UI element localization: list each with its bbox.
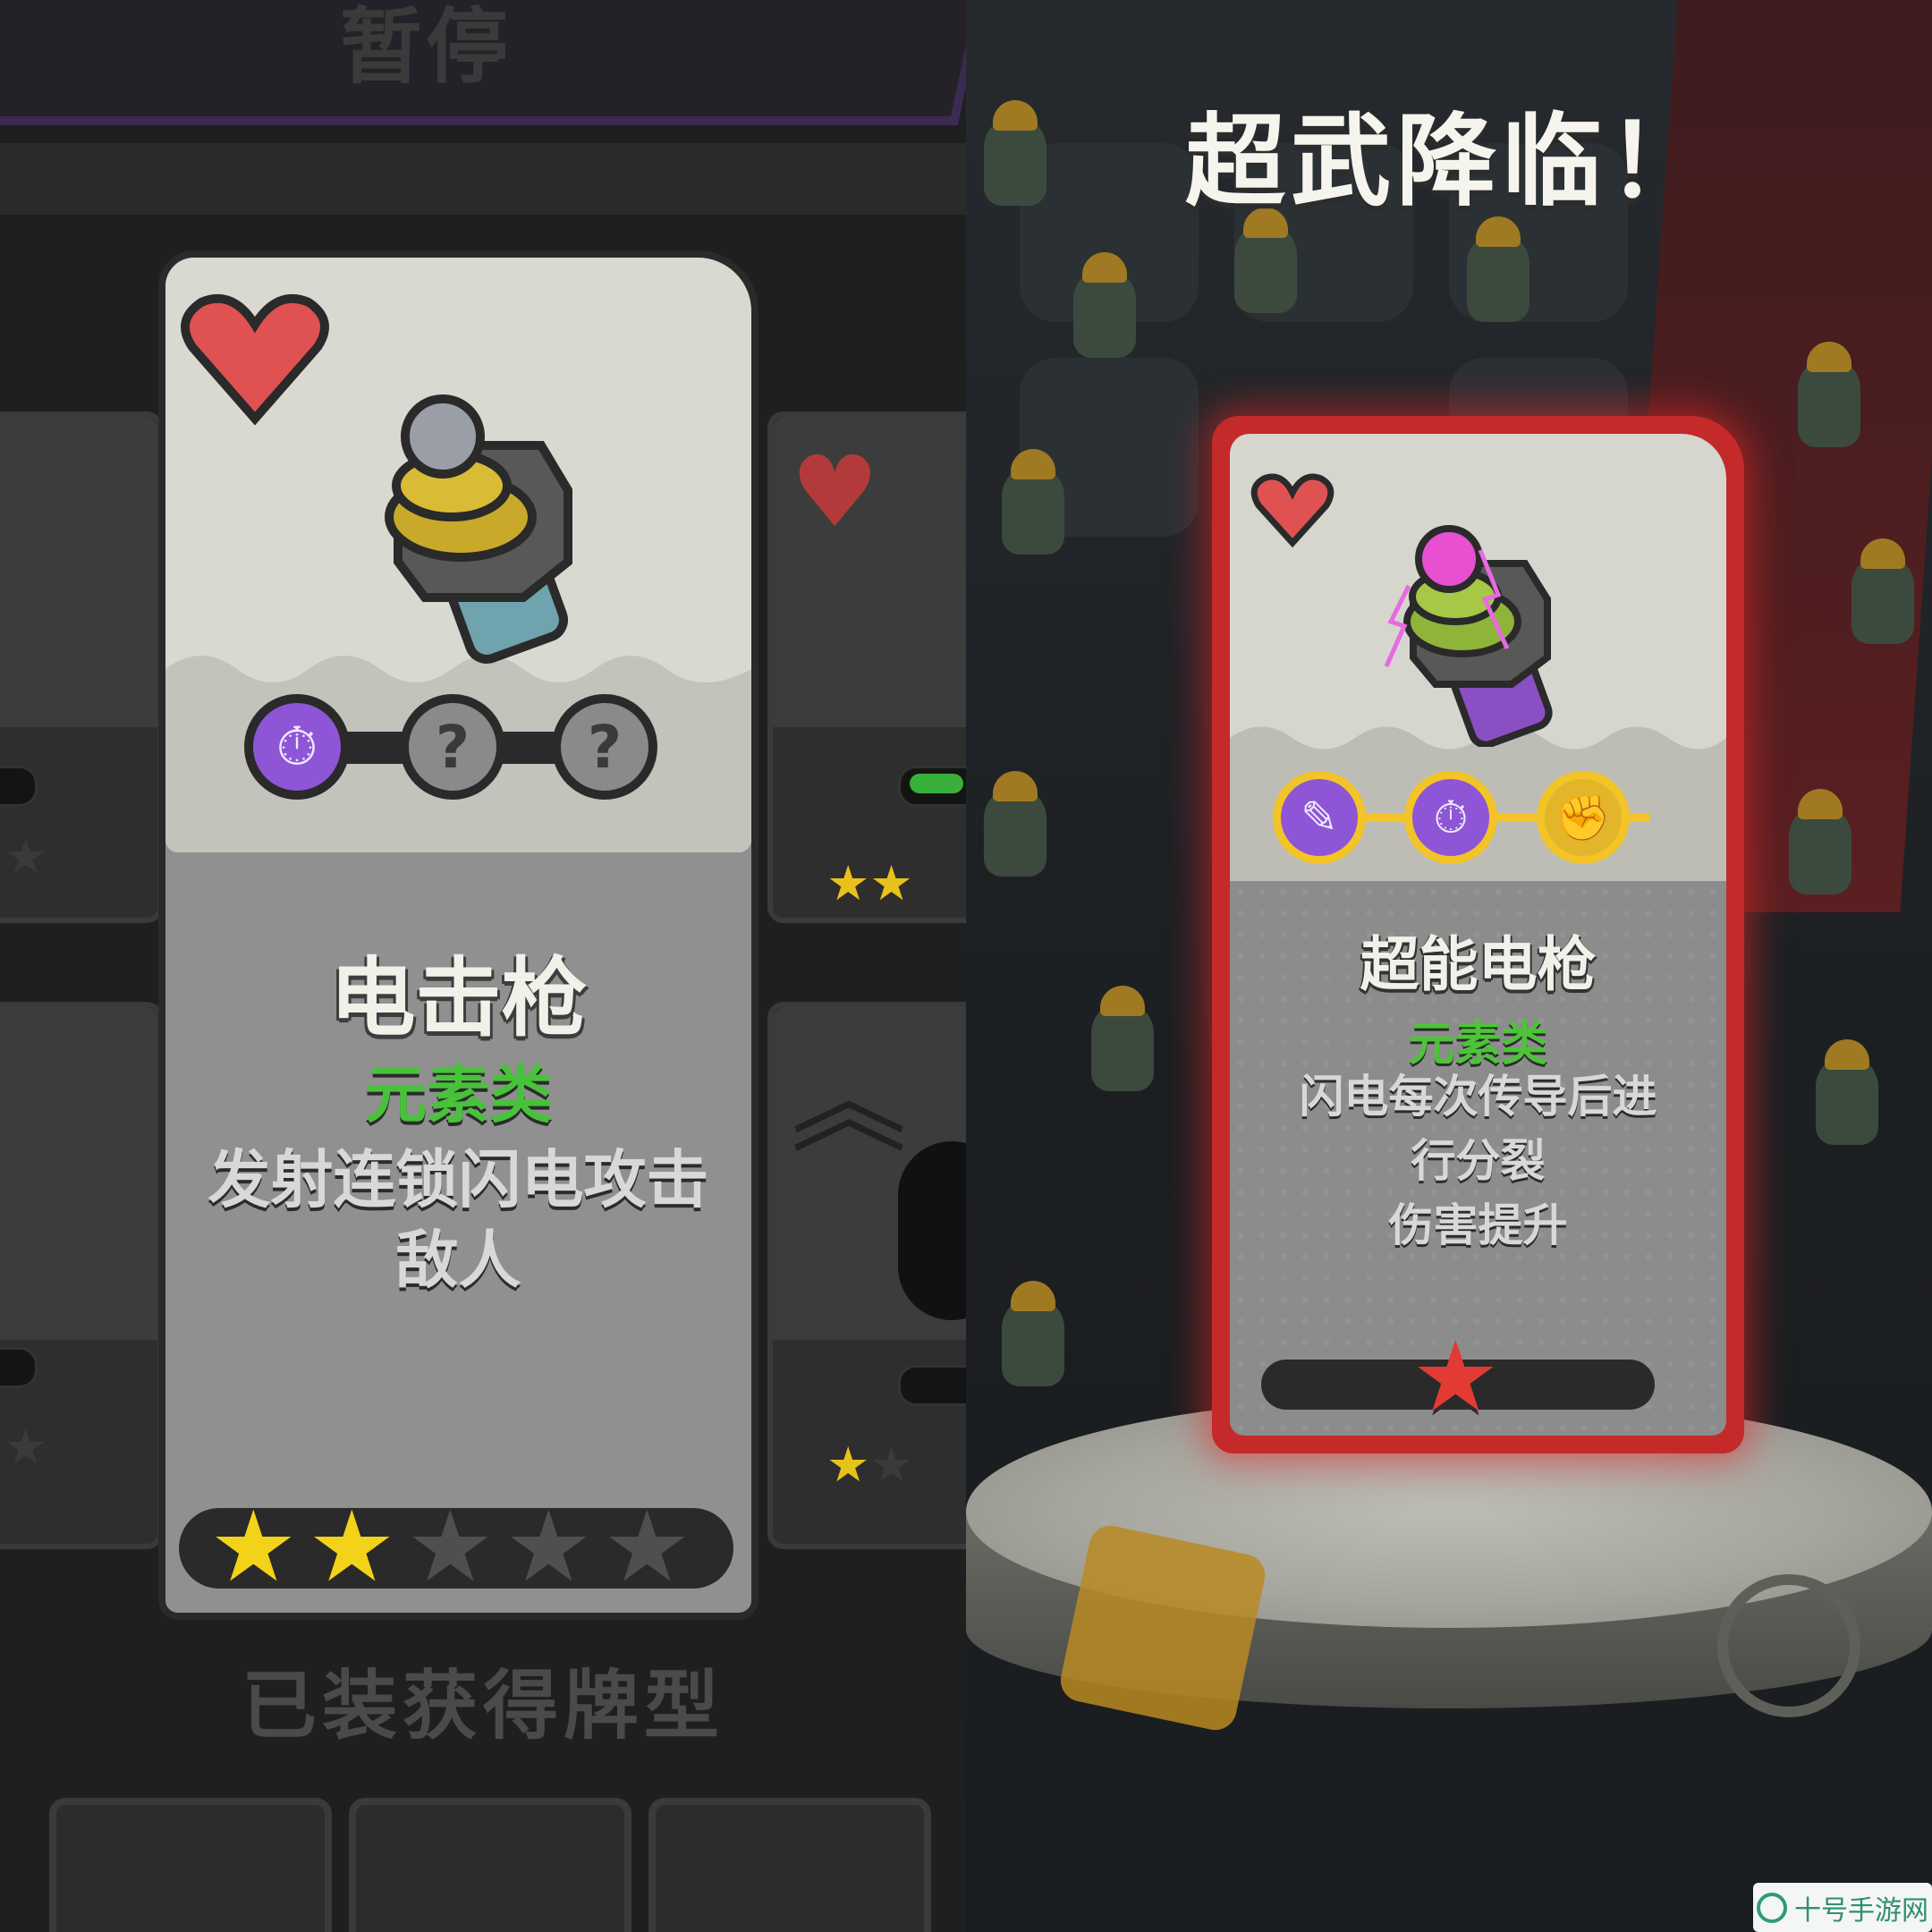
star-icon: ★ — [504, 1489, 593, 1604]
slot-bullet[interactable]: ✎ — [1273, 771, 1366, 864]
question-icon: ? — [435, 712, 470, 782]
zombie-icon — [1467, 216, 1530, 322]
slot-empty[interactable]: ? — [552, 694, 657, 800]
zombie-icon — [1816, 1039, 1878, 1145]
watermark-logo-icon — [1757, 1892, 1787, 1923]
star-icon: ★★ — [0, 828, 47, 885]
zombie-icon — [1852, 538, 1914, 644]
stopwatch-icon: ⏱ — [1433, 791, 1469, 843]
weapon-category: 元素类 — [1408, 1018, 1548, 1072]
heart-icon — [1250, 473, 1335, 548]
weapon-description-line: 发射连锁闪电攻击 — [208, 1143, 709, 1216]
weapon-description-line: 伤害提升 — [1388, 1199, 1568, 1251]
weapon-description-line: 行分裂 — [1411, 1135, 1546, 1187]
chevron-up-icon: ︽ — [791, 1033, 908, 1169]
slot-fist[interactable]: ✊ — [1537, 771, 1630, 864]
card-art-area: ✎ ⏱ ✊ — [1230, 434, 1726, 881]
bg-card[interactable]: ★★ — [0, 1002, 163, 1549]
zombie-icon — [1002, 449, 1064, 555]
bg-card[interactable]: ♥ ★★ — [767, 411, 966, 923]
watermark-text: 十号手游网 — [1794, 1894, 1928, 1927]
star-icon: ★ — [603, 1489, 691, 1604]
slot-stopwatch[interactable]: ⏱ — [1404, 771, 1497, 864]
bg-card[interactable]: ︽ ★★ — [767, 1002, 966, 1549]
fist-icon: ✊ — [1555, 791, 1612, 843]
weapon-name: 电击枪 — [329, 948, 588, 1048]
equipped-slot[interactable] — [648, 1798, 931, 1932]
super-weapon-card[interactable]: ✎ ⏱ ✊ 超能电枪 元素类 闪电每次传导后进 行分裂 伤害提升 ★ — [1230, 434, 1726, 1436]
biohazard-icon — [1056, 1521, 1269, 1734]
equipped-slot[interactable] — [349, 1798, 631, 1932]
super-stun-gun-icon — [1384, 525, 1553, 747]
weapon-category: 元素类 — [364, 1058, 553, 1131]
zombie-icon — [1002, 1281, 1064, 1386]
stun-gun-icon — [385, 394, 572, 664]
stopwatch-icon: ⏱ — [275, 716, 318, 778]
star-icon: ★ — [308, 1489, 396, 1604]
slot-stopwatch[interactable]: ⏱ — [244, 694, 350, 800]
weapon-description-line: 闪电每次传导后进 — [1299, 1071, 1657, 1123]
zombie-icon — [1798, 342, 1860, 447]
weapon-name: 超能电枪 — [1360, 930, 1597, 999]
star-icon: ★★ — [826, 1436, 913, 1493]
heart-icon — [181, 294, 329, 426]
question-icon: ? — [587, 712, 623, 782]
star-icon: ★ — [406, 1489, 495, 1604]
zombie-icon — [1234, 208, 1297, 313]
super-weapon-title: 超武降临！ — [1185, 104, 1713, 220]
pause-panel: 暂停 ★★ ★★ ♥ ★★ ︽ ★★ — [0, 0, 966, 1932]
globe-icon — [1717, 1574, 1860, 1717]
watermark: 十号手游网 — [1753, 1883, 1932, 1932]
super-weapon-panel: 超武降临！ ✎ ⏱ ✊ 超能电枪 元素类 闪电每次传导后进 行分裂 伤害提升 ★ — [966, 0, 1932, 1932]
zombie-icon — [1789, 789, 1852, 894]
divider-strip — [0, 143, 966, 215]
bg-card[interactable]: ★★ — [0, 411, 163, 923]
star-icon: ★★ — [0, 1419, 47, 1475]
section-title: 已装获得牌型 — [241, 1662, 724, 1750]
card-art-area: ⏱ ? ? — [165, 258, 751, 852]
bullet-icon: ✎ — [1301, 792, 1338, 843]
star-rating: ★ ★ ★ ★ ★ — [179, 1497, 733, 1596]
star-rating: ★ — [1261, 1327, 1655, 1426]
star-icon: ★★ — [826, 855, 913, 911]
zombie-icon — [1091, 986, 1154, 1091]
zombie-icon — [1073, 252, 1136, 358]
equipped-slot[interactable] — [49, 1798, 332, 1932]
star-icon: ★ — [209, 1489, 298, 1604]
star-icon: ★ — [1411, 1319, 1500, 1434]
pause-title: 暂停 — [340, 0, 513, 95]
weapon-icon — [898, 1141, 966, 1320]
weapon-description-line: 敌人 — [395, 1224, 521, 1297]
heart-icon: ♥ — [791, 435, 879, 549]
zombie-icon — [984, 771, 1046, 877]
weapon-card[interactable]: ⏱ ? ? 电击枪 元素类 发射连锁闪电攻击 敌人 — [165, 258, 751, 1613]
slot-empty[interactable]: ? — [400, 694, 505, 800]
